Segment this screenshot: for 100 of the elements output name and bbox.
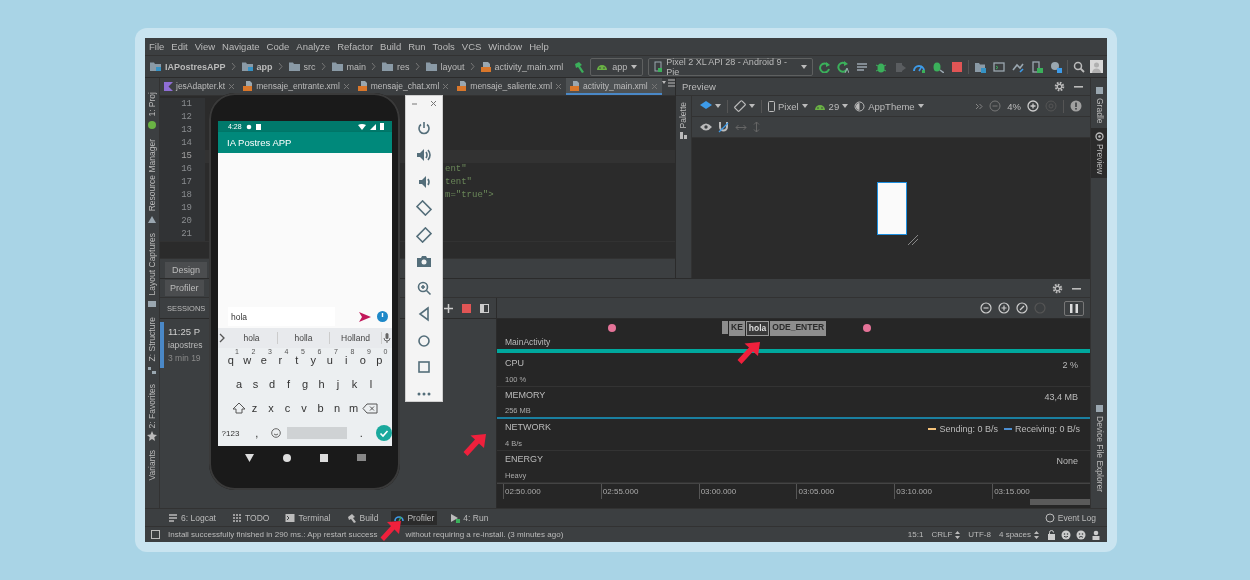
settings-icon[interactable] <box>1052 282 1063 294</box>
encoding-label[interactable]: UTF-8 <box>968 530 991 539</box>
zoom-out-icon[interactable] <box>980 302 992 314</box>
event-dot[interactable] <box>608 324 616 332</box>
event-chip[interactable]: KE <box>729 321 745 336</box>
event-log-button[interactable]: Event Log <box>1041 510 1099 525</box>
tool-window-tab[interactable]: Variants <box>145 450 159 481</box>
event-marker[interactable] <box>722 321 728 334</box>
editor-tab[interactable]: mensaje_entrante.xml <box>239 78 354 95</box>
device-icon[interactable] <box>1031 60 1044 73</box>
overview-icon[interactable] <box>319 453 328 462</box>
pause-button[interactable] <box>1064 300 1084 316</box>
tab-list-icon[interactable] <box>661 78 676 88</box>
reset-zoom-icon[interactable] <box>1016 302 1028 314</box>
menu-item[interactable]: Window <box>488 41 523 52</box>
suggestion[interactable]: hola <box>226 332 278 344</box>
tool-window-button[interactable]: 6: Logcat <box>165 510 219 525</box>
zoom-in-icon[interactable] <box>416 279 432 296</box>
menu-item[interactable]: Code <box>266 41 290 52</box>
keyboard-key[interactable]: z <box>246 397 263 419</box>
keyboard-key[interactable]: , <box>248 422 265 444</box>
event-chip[interactable]: ODE_ENTER <box>770 321 827 336</box>
package-icon[interactable] <box>1050 60 1063 73</box>
power-icon[interactable] <box>416 120 432 137</box>
suggestion[interactable]: holla <box>278 332 330 344</box>
warning-icon[interactable] <box>1070 100 1082 112</box>
menu-item[interactable]: File <box>149 41 165 52</box>
tool-window-icon[interactable] <box>147 298 157 309</box>
keyboard-key[interactable]: l <box>362 373 380 395</box>
eye-icon[interactable] <box>700 123 712 131</box>
message-field[interactable]: hola <box>228 307 335 326</box>
camera-icon[interactable] <box>416 253 432 269</box>
folder-icon[interactable] <box>974 60 987 73</box>
close-icon[interactable] <box>555 82 563 90</box>
theme-dropdown[interactable]: AppTheme <box>854 100 924 112</box>
magnet-icon[interactable] <box>718 121 729 133</box>
tool-window-icon[interactable] <box>147 364 157 375</box>
zoom-in-icon[interactable] <box>998 302 1010 314</box>
keyboard-key[interactable]: c <box>279 397 296 419</box>
editor-tab[interactable]: mensaje_chat.xml <box>353 78 454 95</box>
volume-up-icon[interactable] <box>416 147 432 163</box>
tool-window-tab[interactable]: Z: Structure <box>145 317 159 362</box>
event-chip[interactable]: hola <box>745 321 770 336</box>
keyboard-key[interactable]: g <box>296 373 314 395</box>
tool-window-tab[interactable]: Gradle <box>1091 82 1107 128</box>
keyboard-key[interactable]: h <box>313 373 330 395</box>
tool-window-button[interactable]: 4: Run <box>447 510 492 525</box>
menu-item[interactable]: Analyze <box>296 41 331 52</box>
tool-window-tab[interactable]: 1: Proj <box>145 92 159 117</box>
scrollbar-thumb[interactable] <box>1030 499 1090 505</box>
tool-window-button[interactable]: Build <box>343 510 382 525</box>
palette-tab[interactable]: Palette <box>677 102 690 129</box>
menu-item[interactable]: Refactor <box>337 41 374 52</box>
zoom-in-icon[interactable] <box>1027 100 1039 112</box>
tool-window-icon[interactable] <box>147 431 157 442</box>
keyboard-key[interactable]: v <box>295 397 313 419</box>
sad-face-icon[interactable] <box>1076 529 1086 540</box>
back-icon[interactable] <box>244 453 254 462</box>
device-dropdown[interactable]: Pixel <box>768 100 808 112</box>
api-level-dropdown[interactable]: 29 <box>813 100 849 112</box>
emoji-icon[interactable] <box>271 428 281 438</box>
suggestion[interactable]: Holland <box>330 332 382 344</box>
tool-window-tab[interactable]: 2: Favorites <box>145 383 159 429</box>
home-icon[interactable] <box>282 453 291 462</box>
hammer-icon[interactable] <box>573 60 586 73</box>
keyboard-key[interactable]: a <box>230 373 248 395</box>
editor-tab[interactable]: jesAdapter.kt <box>160 78 240 95</box>
search-icon[interactable] <box>1073 60 1085 73</box>
menu-item[interactable]: VCS <box>461 41 482 52</box>
keyboard-key[interactable]: n <box>328 397 346 419</box>
happy-face-icon[interactable] <box>1061 529 1071 540</box>
close-icon[interactable] <box>442 82 450 90</box>
keyboard-key[interactable]: . <box>353 422 370 444</box>
shift-icon[interactable] <box>232 402 247 414</box>
double-chevron-icon[interactable] <box>975 102 984 110</box>
tool-window-button[interactable]: Terminal <box>282 510 334 525</box>
editor-tab[interactable]: activity_main.xml <box>566 78 662 95</box>
window-icon[interactable] <box>993 60 1006 73</box>
event-dot[interactable] <box>863 324 871 332</box>
keyboard-key[interactable]: b <box>312 397 329 419</box>
design-surface-dropdown[interactable] <box>700 101 721 111</box>
tool-window-tab[interactable]: Preview <box>1091 127 1107 178</box>
breadcrumb[interactable]: activity_main.xml <box>479 60 564 73</box>
tool-window-tab[interactable]: Layout Captures <box>145 232 159 296</box>
settings-icon[interactable] <box>1054 81 1065 92</box>
info-icon[interactable] <box>377 311 388 322</box>
line-separator-dropdown[interactable]: CRLF <box>931 530 961 539</box>
menu-item[interactable]: Tools <box>432 41 455 52</box>
menu-item[interactable]: Build <box>380 41 402 52</box>
keyboard-icon[interactable] <box>356 454 366 461</box>
design-tab[interactable]: Design <box>165 262 207 278</box>
close-icon[interactable] <box>430 100 437 107</box>
microphone-icon[interactable] <box>382 333 392 343</box>
tool-window-button[interactable]: TODO <box>229 510 273 525</box>
breadcrumb[interactable]: layout <box>424 61 465 72</box>
apply-changes-icon[interactable] <box>837 60 850 73</box>
breadcrumb[interactable]: src <box>287 61 316 72</box>
tool-window-button[interactable]: Profiler <box>391 510 438 525</box>
keyboard-key[interactable]: s <box>247 373 264 395</box>
lock-icon[interactable] <box>1047 529 1056 540</box>
